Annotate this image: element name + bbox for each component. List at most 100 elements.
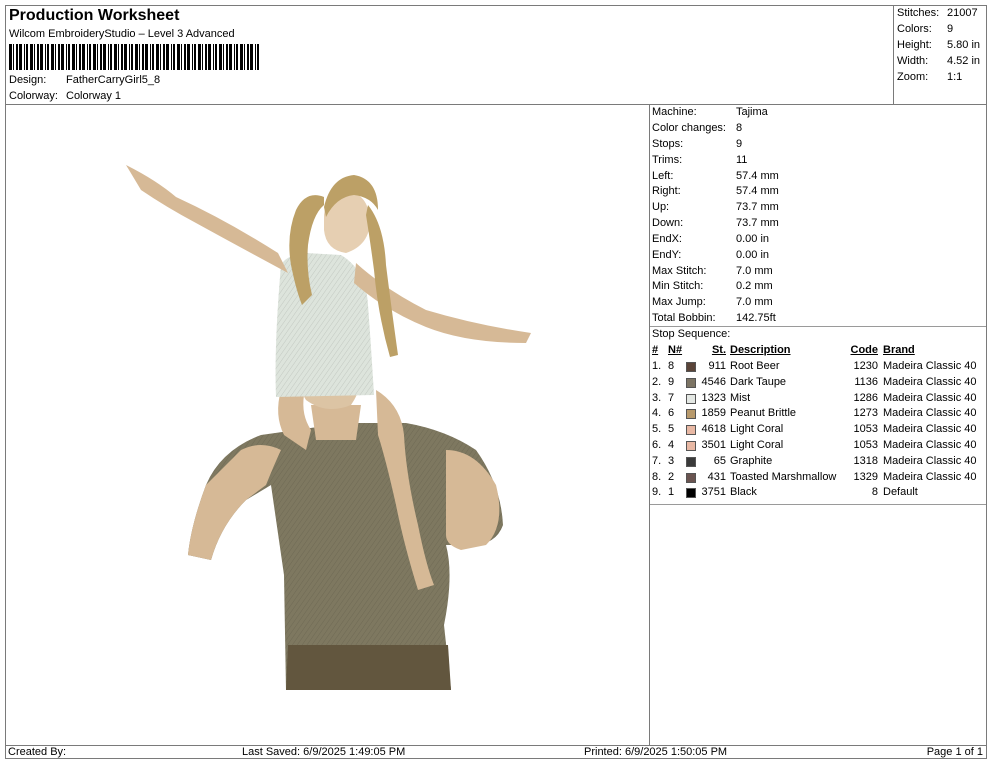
row-code: 1329 xyxy=(853,470,878,483)
section-divider xyxy=(650,504,986,505)
barcode-bar xyxy=(244,44,245,70)
barcode-bar xyxy=(213,44,214,70)
row-index: 8. xyxy=(652,470,662,483)
row-stitches: 3501 xyxy=(701,439,726,451)
stat-height: Height: 5.80 in xyxy=(897,39,980,51)
info-row: Right: 57.4 mm xyxy=(652,185,779,197)
table-row: 2. 9 4546 Dark Taupe 1136 Madeira Classic 40 xyxy=(650,376,986,391)
colorway-label: Colorway: xyxy=(9,90,58,102)
barcode-bar xyxy=(45,44,46,70)
color-swatch xyxy=(686,456,696,467)
barcode-bar xyxy=(100,44,102,70)
barcode-bar xyxy=(55,44,56,70)
info-label: Max Jump: xyxy=(652,296,706,308)
table-header-row: # N# St. Description Code Brand xyxy=(650,344,986,359)
barcode-bar xyxy=(208,44,211,70)
barcode-bar xyxy=(51,44,54,70)
row-stitches: 65 xyxy=(713,454,726,467)
stat-value: 4.52 in xyxy=(947,55,981,67)
info-label: Total Bobbin: xyxy=(652,312,716,324)
barcode-bar xyxy=(103,44,106,70)
col-header-stitches: St. xyxy=(711,344,726,356)
row-index: 1. xyxy=(652,360,662,372)
barcode-bar xyxy=(152,44,154,70)
stat-value: 1:1 xyxy=(947,71,963,83)
barcode-bar xyxy=(156,44,159,70)
row-code: 1273 xyxy=(853,407,878,420)
row-needle: 8 xyxy=(668,360,675,372)
info-row: Color changes: 8 xyxy=(652,122,742,134)
barcode-bar xyxy=(68,44,70,70)
info-value: 57.4 mm xyxy=(736,185,779,197)
barcode-bar xyxy=(110,44,112,70)
info-row: Total Bobbin: 142.75ft xyxy=(652,312,776,324)
row-brand: Default xyxy=(883,486,918,499)
row-description: Root Beer xyxy=(730,360,780,372)
barcode-bar xyxy=(47,44,49,70)
design-preview xyxy=(6,105,650,745)
barcode-bar xyxy=(181,44,182,70)
color-swatch xyxy=(686,441,696,451)
stat-colors: Colors: 9 xyxy=(897,23,953,35)
row-needle: 6 xyxy=(668,407,675,420)
info-value: 142.75ft xyxy=(736,312,776,324)
row-description: Toasted Marshmallow xyxy=(730,470,837,483)
info-label: Left: xyxy=(652,170,674,182)
barcode-bar xyxy=(202,44,203,70)
info-label: Stops: xyxy=(652,138,684,150)
color-swatch xyxy=(686,393,696,404)
col-header-description: Description xyxy=(730,344,791,356)
info-value: 73.7 mm xyxy=(736,201,779,213)
row-code: 1053 xyxy=(853,439,878,451)
row-brand: Madeira Classic 40 xyxy=(883,407,977,420)
table-row: 9. 1 3751 Black 8 Default xyxy=(650,486,986,501)
info-value: 7.0 mm xyxy=(736,296,773,308)
barcode-bar xyxy=(223,44,224,70)
machine-info-panel: Machine: Tajima Color changes: 8 Stops: 9 T… xyxy=(650,105,986,745)
row-brand: Madeira Classic 40 xyxy=(883,423,977,436)
barcode-bar xyxy=(142,44,144,70)
info-value: Tajima xyxy=(736,106,768,118)
color-swatch xyxy=(686,425,696,436)
stat-label: Zoom: xyxy=(897,71,929,83)
barcode-bar xyxy=(173,44,175,70)
table-row: 6. 4 3501 Light Coral 1053 Madeira Classic 40 xyxy=(650,439,986,454)
row-stitches: 911 xyxy=(708,360,726,372)
barcode-bar xyxy=(160,44,161,70)
barcode-bar xyxy=(194,44,196,70)
row-description: Light Coral xyxy=(730,439,784,451)
row-stitches: 4618 xyxy=(701,423,726,436)
barcode-bar xyxy=(250,44,253,70)
design-value: FatherCarryGirl5_8 xyxy=(66,74,161,86)
col-header-needle: N# xyxy=(668,344,683,356)
last-saved: Last Saved: 6/9/2025 1:49:05 PM xyxy=(242,746,406,758)
barcode-icon xyxy=(9,44,259,70)
stat-value: 5.80 in xyxy=(947,39,981,51)
embroidery-design-illustration xyxy=(126,165,531,690)
row-brand: Madeira Classic 40 xyxy=(883,470,977,483)
barcode-bar xyxy=(150,44,151,70)
info-value: 0.00 in xyxy=(736,249,770,261)
barcode-bar xyxy=(257,44,259,70)
barcode-bar xyxy=(93,44,96,70)
barcode-bar xyxy=(37,44,39,70)
barcode-bar xyxy=(129,44,130,70)
barcode-bar xyxy=(61,44,64,70)
row-index: 9. xyxy=(652,486,662,499)
barcode-bar xyxy=(234,44,235,70)
stat-label: Width: xyxy=(897,55,929,67)
color-swatch xyxy=(686,377,696,388)
barcode-bar xyxy=(192,44,193,70)
color-swatch xyxy=(686,472,696,483)
info-value: 11 xyxy=(736,154,748,166)
barcode-bar xyxy=(205,44,207,70)
barcode-bar xyxy=(40,44,43,70)
info-row: Machine: Tajima xyxy=(652,106,768,118)
row-description: Light Coral xyxy=(730,423,784,436)
barcode-bar xyxy=(215,44,217,70)
barcode-bar xyxy=(255,44,256,70)
barcode-bar xyxy=(72,44,75,70)
color-swatch xyxy=(686,362,696,372)
info-row: Left: 57.4 mm xyxy=(652,170,779,182)
barcode-bar xyxy=(135,44,138,70)
